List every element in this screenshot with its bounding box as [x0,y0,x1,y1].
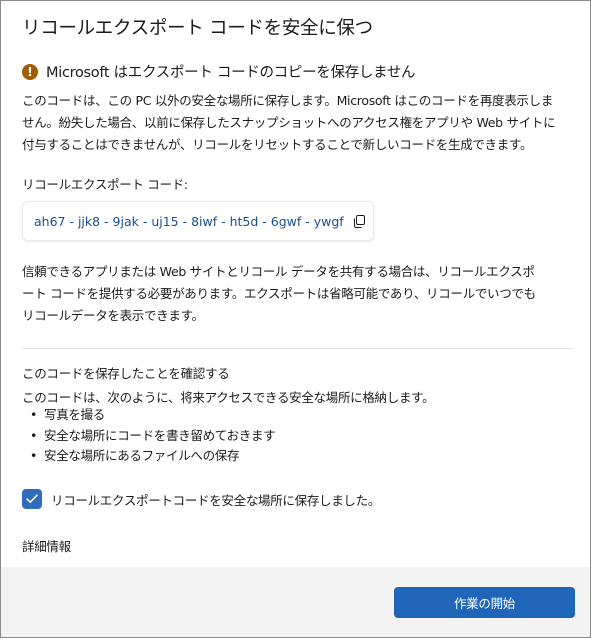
code-label: リコールエクスポート コード: [22,177,188,192]
list-item: • 写真を撮る [30,405,275,426]
warning-icon: ! [22,63,38,80]
copy-icon[interactable] [353,214,367,228]
confirm-heading: このコードを保存したことを確認する [22,366,230,381]
saved-confirmation-checkbox[interactable] [22,489,42,509]
list-item: • 安全な場所にコードを書き留めておきます [30,426,276,447]
export-code-value[interactable]: ah67 - jjk8 - 9jak - uj15 - 8iwf - ht5d … [34,214,344,229]
sharing-paragraph: 信頼できるアプリまたは Web サイトとリコール データを共有する場合は、リコー… [22,264,536,323]
list-item-text: 安全な場所にコードを書き留めておきます [44,427,276,443]
dialog-content: リコールエクスポート コードを安全に保つ ! Microsoft はエクスポート… [1,1,590,567]
more-info-link[interactable]: 詳細情報 [22,536,71,555]
checkmark-icon [26,494,38,503]
section-divider [22,348,574,349]
bullet-icon: • [30,407,38,422]
warning-text: Microsoft はエクスポート コードのコピーを保存しません [46,65,416,81]
dialog-footer: 作業の開始 [1,567,590,637]
confirm-description: このコードは、次のように、将来アクセスできる安全な場所に格納します。 [22,390,435,405]
bullet-icon: • [30,448,38,463]
storage-options-list: • 写真を撮る • 安全な場所にコードを書き留めておきます • 安全な場所にあるファイ… [30,405,276,467]
get-started-button[interactable]: 作業の開始 [394,587,575,618]
saved-confirmation-label[interactable]: リコールエクスポートコードを安全な場所に保存しました。 [51,490,380,509]
saved-confirmation-row[interactable]: リコールエクスポートコードを安全な場所に保存しました。 [22,489,380,509]
code-box: ah67 - jjk8 - 9jak - uj15 - 8iwf - ht5d … [22,201,374,241]
list-item-text: 写真を撮る [44,407,106,422]
list-item-text: 安全な場所にあるファイルへの保存 [44,448,240,463]
dialog-title: リコールエクスポート コードを安全に保つ [22,18,373,39]
list-item: • 安全な場所にあるファイルへの保存 [30,446,275,467]
bullet-icon: • [30,427,38,443]
warning-row: ! Microsoft はエクスポート コードのコピーを保存しません [22,61,416,82]
export-code-dialog: リコールエクスポート コードを安全に保つ ! Microsoft はエクスポート… [0,0,591,638]
intro-paragraph: このコードは、この PC 以外の安全な場所に保存します。Microsoft はこ… [22,93,556,152]
